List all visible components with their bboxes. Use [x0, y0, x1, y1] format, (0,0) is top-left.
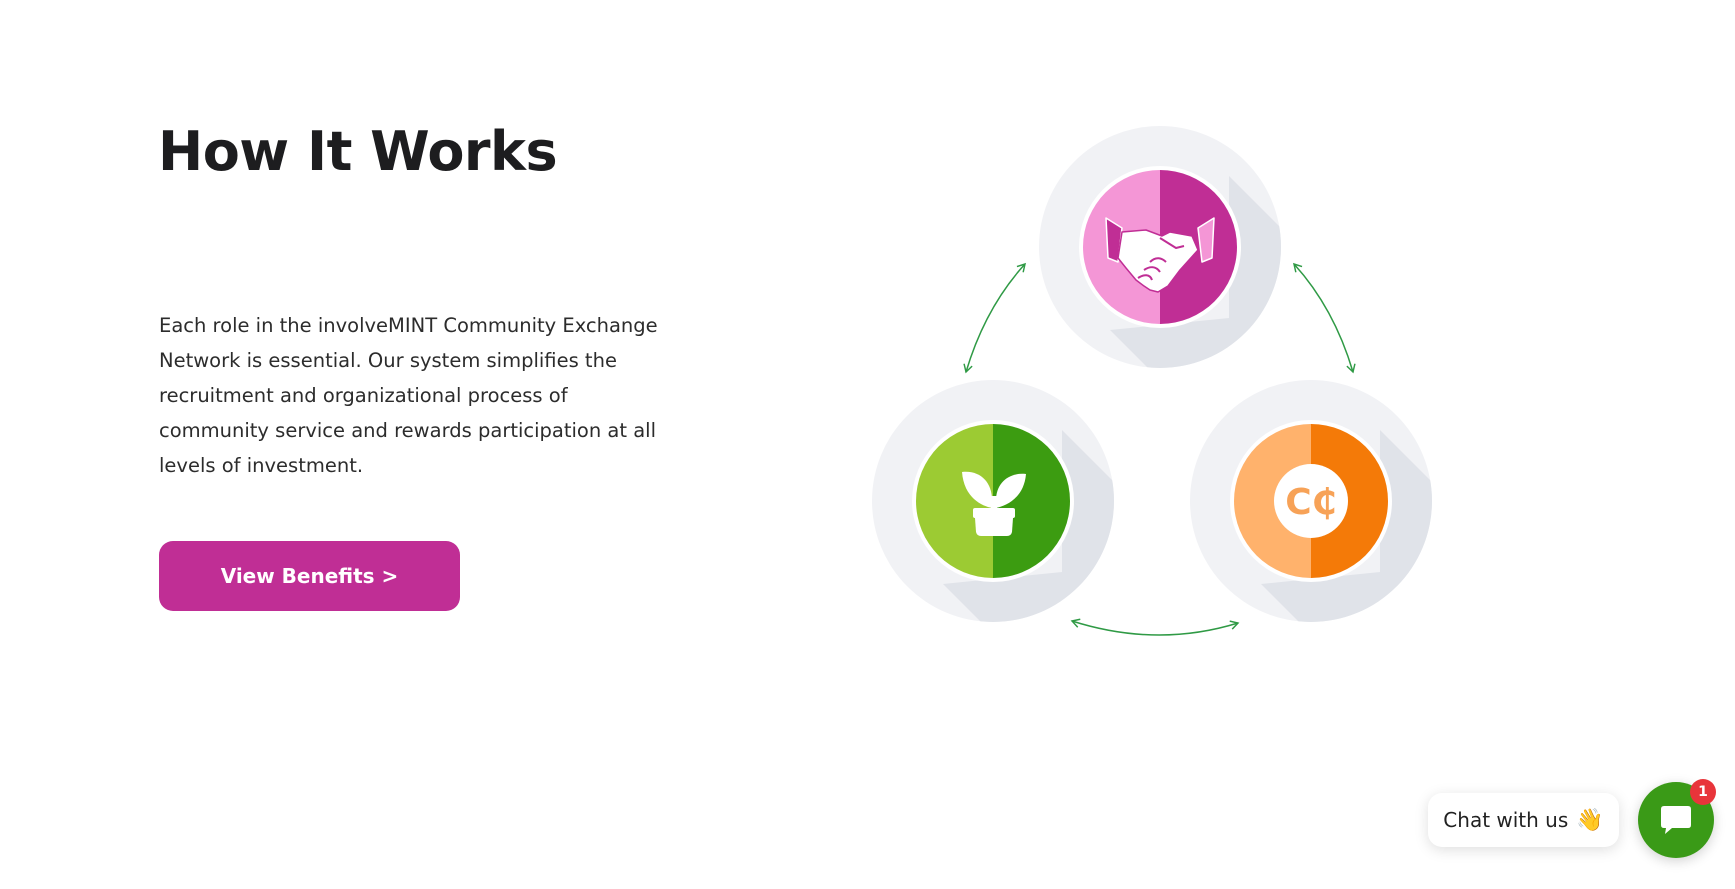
how-it-works-diagram: C₵: [872, 126, 1432, 636]
chat-with-us-button[interactable]: Chat with us 👋: [1428, 793, 1619, 847]
arrow-bottom: [1070, 618, 1240, 636]
chat-label: Chat with us: [1443, 808, 1569, 832]
chat-bubble-icon: [1661, 806, 1691, 834]
arrow-top-right: [1293, 262, 1356, 374]
node-coin: C₵: [1190, 380, 1432, 622]
arrow-top-left: [963, 262, 1026, 374]
node-plant: [872, 380, 1114, 622]
waving-hand-icon: 👋: [1576, 807, 1604, 833]
notification-badge: 1: [1690, 779, 1716, 805]
coin-label: C₵: [1285, 482, 1336, 523]
